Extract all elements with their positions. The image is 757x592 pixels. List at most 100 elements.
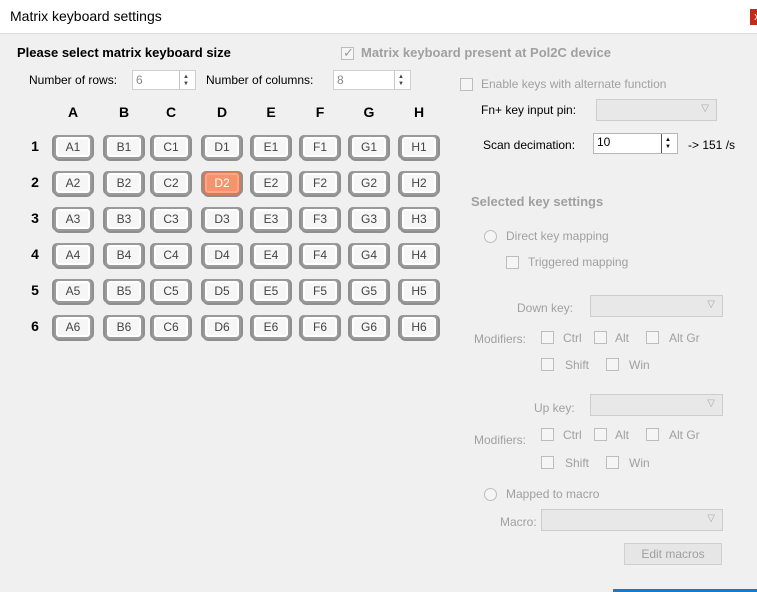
down-win-checkbox[interactable] (606, 358, 619, 371)
rows-spinner[interactable]: 6 ▲ ▼ (132, 70, 196, 90)
present-label: Matrix keyboard present at Pol2C device (361, 45, 611, 60)
key-f2[interactable]: F2 (301, 171, 339, 195)
row-header-1: 1 (31, 138, 39, 154)
key-f6[interactable]: F6 (301, 315, 339, 339)
alternate-checkbox[interactable] (460, 78, 473, 91)
fn-pin-select[interactable]: ▽ (596, 99, 717, 121)
down-shift-label: Shift (565, 358, 590, 372)
columns-spin-buttons[interactable]: ▲ ▼ (394, 71, 410, 89)
up-win-label: Win (629, 456, 650, 470)
spin-down-icon[interactable]: ▼ (665, 144, 671, 150)
down-altgr-checkbox[interactable] (646, 331, 659, 344)
key-c6[interactable]: C6 (152, 315, 190, 339)
scan-spin-buttons[interactable]: ▲ ▼ (661, 134, 677, 153)
key-b5[interactable]: B5 (105, 279, 143, 303)
chevron-down-icon: ▽ (707, 299, 715, 310)
key-b2[interactable]: B2 (105, 171, 143, 195)
key-c5[interactable]: C5 (152, 279, 190, 303)
up-win-checkbox[interactable] (606, 456, 619, 469)
key-f5[interactable]: F5 (301, 279, 339, 303)
key-e2[interactable]: E2 (252, 171, 290, 195)
down-shift-checkbox[interactable] (541, 358, 554, 371)
key-c4[interactable]: C4 (152, 243, 190, 267)
macro-radio[interactable] (484, 488, 497, 501)
down-ctrl-checkbox[interactable] (541, 331, 554, 344)
modifiers-label-up: Modifiers: (474, 433, 527, 447)
column-header-e: E (266, 104, 276, 120)
key-a4[interactable]: A4 (54, 243, 92, 267)
down-alt-checkbox[interactable] (594, 331, 607, 344)
key-e4[interactable]: E4 (252, 243, 290, 267)
key-h1[interactable]: H1 (400, 135, 438, 159)
triggered-checkbox[interactable] (506, 256, 519, 269)
columns-spinner[interactable]: 8 ▲ ▼ (333, 70, 411, 90)
close-icon[interactable]: x (750, 9, 757, 25)
key-a2[interactable]: A2 (54, 171, 92, 195)
up-ctrl-checkbox[interactable] (541, 428, 554, 441)
key-b6[interactable]: B6 (105, 315, 143, 339)
key-a5[interactable]: A5 (54, 279, 92, 303)
key-d1[interactable]: D1 (203, 135, 241, 159)
key-g6[interactable]: G6 (350, 315, 388, 339)
key-e3[interactable]: E3 (252, 207, 290, 231)
down-win-label: Win (629, 358, 650, 372)
present-checkbox[interactable] (341, 45, 354, 61)
columns-label: Number of columns: (206, 73, 314, 87)
key-f3[interactable]: F3 (301, 207, 339, 231)
edit-macros-button[interactable]: Edit macros (624, 543, 722, 565)
rows-spin-buttons[interactable]: ▲ ▼ (179, 71, 195, 89)
key-g2[interactable]: G2 (350, 171, 388, 195)
key-h2[interactable]: H2 (400, 171, 438, 195)
key-b3[interactable]: B3 (105, 207, 143, 231)
key-h6[interactable]: H6 (400, 315, 438, 339)
key-c3[interactable]: C3 (152, 207, 190, 231)
key-g1[interactable]: G1 (350, 135, 388, 159)
macro-select[interactable]: ▽ (541, 509, 723, 531)
key-d6[interactable]: D6 (203, 315, 241, 339)
column-header-c: C (165, 104, 177, 120)
spin-down-icon[interactable]: ▼ (398, 81, 404, 87)
down-ctrl-label: Ctrl (563, 331, 582, 345)
up-alt-checkbox[interactable] (594, 428, 607, 441)
key-e6[interactable]: E6 (252, 315, 290, 339)
scan-spinner[interactable]: 10 ▲ ▼ (593, 133, 678, 154)
spin-down-icon[interactable]: ▼ (183, 81, 189, 87)
key-f1[interactable]: F1 (301, 135, 339, 159)
scan-label: Scan decimation: (483, 138, 576, 152)
column-header-a: A (67, 104, 79, 120)
key-e5[interactable]: E5 (252, 279, 290, 303)
key-c2[interactable]: C2 (152, 171, 190, 195)
down-key-select[interactable]: ▽ (590, 295, 723, 317)
key-a6[interactable]: A6 (54, 315, 92, 339)
triggered-label: Triggered mapping (528, 255, 629, 269)
key-d5[interactable]: D5 (203, 279, 241, 303)
up-altgr-checkbox[interactable] (646, 428, 659, 441)
title-bar: Matrix keyboard settings x (0, 0, 757, 34)
row-header-6: 6 (31, 318, 39, 334)
key-a1[interactable]: A1 (54, 135, 92, 159)
key-b4[interactable]: B4 (105, 243, 143, 267)
up-shift-label: Shift (565, 456, 590, 470)
key-e1[interactable]: E1 (252, 135, 290, 159)
key-f4[interactable]: F4 (301, 243, 339, 267)
spin-up-icon[interactable]: ▲ (183, 74, 189, 80)
modifiers-label: Modifiers: (474, 332, 527, 346)
key-d2[interactable]: D2 (203, 171, 241, 195)
key-h3[interactable]: H3 (400, 207, 438, 231)
spin-up-icon[interactable]: ▲ (665, 137, 671, 143)
key-g5[interactable]: G5 (350, 279, 388, 303)
key-a3[interactable]: A3 (54, 207, 92, 231)
spin-up-icon[interactable]: ▲ (398, 74, 404, 80)
up-key-select[interactable]: ▽ (590, 394, 723, 416)
key-h5[interactable]: H5 (400, 279, 438, 303)
key-g3[interactable]: G3 (350, 207, 388, 231)
key-h4[interactable]: H4 (400, 243, 438, 267)
key-g4[interactable]: G4 (350, 243, 388, 267)
key-c1[interactable]: C1 (152, 135, 190, 159)
rows-value: 6 (136, 73, 143, 87)
key-b1[interactable]: B1 (105, 135, 143, 159)
key-d4[interactable]: D4 (203, 243, 241, 267)
key-d3[interactable]: D3 (203, 207, 241, 231)
direct-mapping-radio[interactable] (484, 230, 497, 243)
up-shift-checkbox[interactable] (541, 456, 554, 469)
